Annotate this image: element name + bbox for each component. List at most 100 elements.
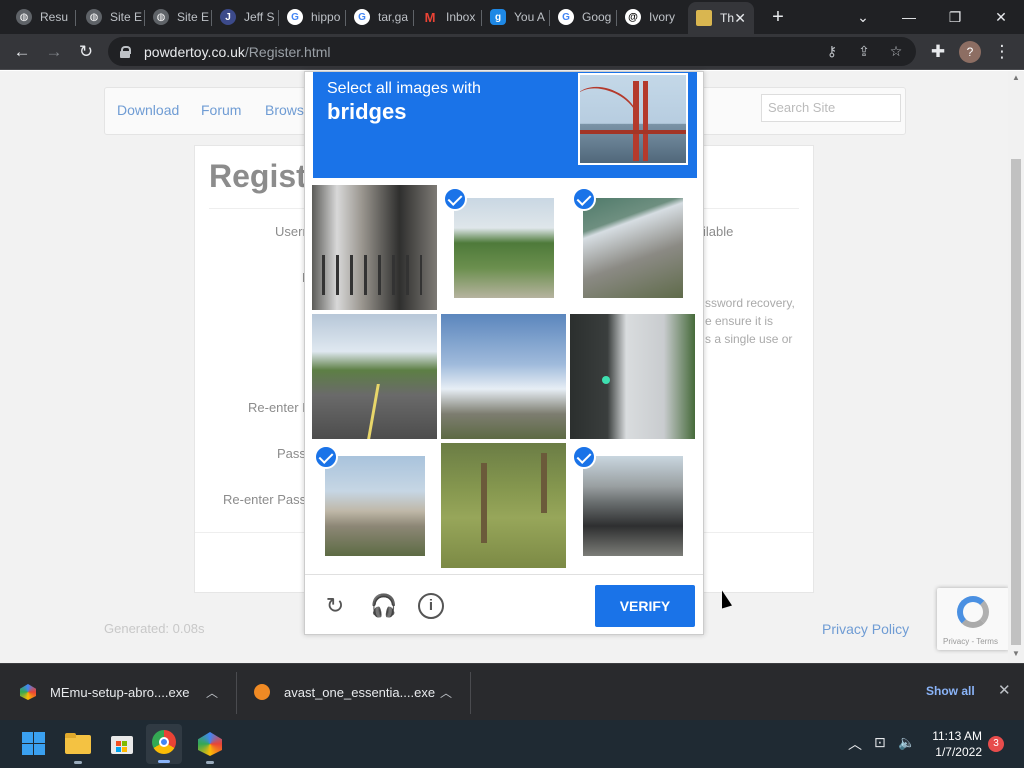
system-clock[interactable]: 11:13 AM 1/7/2022	[924, 728, 982, 760]
tab-7[interactable]: M Inbox	[414, 2, 482, 32]
globe-icon: ◍	[86, 9, 102, 25]
tab-8[interactable]: g You A	[482, 2, 550, 32]
tab-label: Site E	[110, 10, 143, 24]
verify-button[interactable]: VERIFY	[595, 585, 695, 627]
recaptcha-badge-text[interactable]: Privacy - Terms	[943, 637, 998, 646]
chevron-up-icon[interactable]: ︿	[206, 684, 218, 701]
new-tab-icon[interactable]: +	[768, 6, 788, 29]
show-all-downloads-link[interactable]: Show all	[926, 684, 975, 698]
tab-label: Inbox	[446, 10, 476, 24]
reload-icon[interactable]: ↻	[74, 40, 98, 64]
clock-date: 1/7/2022	[935, 745, 982, 759]
bookmark-star-icon[interactable]: ☆	[886, 43, 906, 60]
help-text-3: s a single use or	[705, 332, 793, 346]
back-icon[interactable]: ←	[10, 40, 34, 64]
tab-9[interactable]: G Goog	[550, 2, 617, 32]
captcha-tile-2[interactable]	[441, 185, 566, 310]
privacy-policy-link[interactable]: Privacy Policy	[822, 621, 909, 637]
close-window-icon[interactable]: ✕	[978, 0, 1024, 34]
info-icon[interactable]: i	[418, 593, 444, 619]
tab-label: Site E	[177, 10, 210, 24]
tab-3[interactable]: ◍ Site E	[145, 2, 212, 32]
reenter-password-label: Re-enter Pass	[223, 492, 307, 507]
network-icon[interactable]: ⊡	[874, 734, 886, 751]
site-search-input[interactable]: Search Site	[761, 94, 901, 122]
captcha-header: Select all images with bridges	[313, 72, 697, 178]
audio-challenge-headphones-icon[interactable]: 🎧	[370, 593, 397, 619]
reload-challenge-icon[interactable]: ↻	[322, 593, 348, 619]
captcha-tile-9[interactable]	[570, 443, 695, 568]
clock-time: 11:13 AM	[932, 729, 982, 743]
scroll-up-icon[interactable]: ▲	[1012, 73, 1020, 82]
captcha-tile-4[interactable]	[312, 314, 437, 439]
tab-10[interactable]: @ Ivory	[617, 2, 685, 32]
share-icon[interactable]: ⇪	[854, 43, 874, 60]
selected-check-icon	[314, 445, 338, 469]
sample-bridge-image	[578, 73, 688, 165]
tab-label: hippo	[311, 10, 341, 24]
captcha-tile-5[interactable]	[441, 314, 566, 439]
tab-label: Goog	[582, 10, 612, 24]
password-label: Pass	[277, 446, 306, 461]
notification-badge[interactable]: 3	[988, 736, 1004, 752]
tab-icon	[696, 10, 712, 26]
profile-avatar[interactable]: ?	[959, 41, 981, 63]
page-scrollbar[interactable]: ▲ ▼	[1008, 71, 1024, 663]
tab-4[interactable]: J Jeff S	[212, 2, 279, 32]
tab-label: Th	[720, 11, 735, 25]
download-item-avast[interactable]: avast_one_essentia....exe ︿	[254, 664, 468, 720]
tab-strip: ◍ Resu ◍ Site E ◍ Site E J Jeff S G hipp…	[0, 0, 1024, 34]
chrome-taskbar-icon[interactable]	[146, 724, 182, 764]
url-host: powdertoy.co.uk	[144, 43, 245, 60]
memu-taskbar-icon[interactable]	[196, 730, 224, 764]
windows-start-icon[interactable]	[20, 730, 48, 758]
microsoft-store-icon[interactable]	[108, 730, 136, 758]
volume-icon[interactable]: 🔈	[898, 734, 915, 751]
scroll-thumb[interactable]	[1011, 159, 1021, 645]
help-text-1: ssword recovery,	[705, 296, 795, 310]
help-text-2: e ensure it is	[705, 314, 774, 328]
chevron-up-icon[interactable]: ︿	[440, 684, 452, 701]
selected-check-icon	[572, 445, 596, 469]
tab-active[interactable]: Th ✕	[688, 2, 754, 34]
menu-kebab-icon[interactable]: ⋮	[990, 40, 1014, 64]
captcha-tile-1[interactable]	[312, 185, 437, 310]
downloads-bar: MEmu-setup-abro....exe ︿ avast_one_essen…	[0, 663, 1024, 720]
nav-forum[interactable]: Forum	[201, 102, 241, 118]
download-item-memu[interactable]: MEmu-setup-abro....exe ︿	[20, 664, 232, 720]
recaptcha-badge[interactable]: Privacy - Terms	[937, 588, 1008, 650]
google-icon: G	[287, 9, 303, 25]
captcha-tile-8[interactable]	[441, 443, 566, 568]
url-path: /Register.html	[244, 43, 331, 60]
selected-check-icon	[572, 187, 596, 211]
tab-1[interactable]: ◍ Resu	[8, 2, 76, 32]
tab-2[interactable]: ◍ Site E	[78, 2, 145, 32]
close-downloads-icon[interactable]: ✕	[998, 681, 1011, 699]
minimize-icon[interactable]: —	[886, 0, 932, 34]
reenter-email-label: Re-enter E	[248, 400, 311, 415]
forward-icon[interactable]: →	[42, 40, 66, 64]
close-tab-icon[interactable]: ✕	[734, 10, 746, 27]
memu-file-icon	[20, 684, 36, 700]
selected-check-icon	[443, 187, 467, 211]
captcha-tile-3[interactable]	[570, 185, 695, 310]
captcha-tile-7[interactable]	[312, 443, 437, 568]
lock-icon	[120, 45, 131, 58]
address-bar[interactable]: powdertoy.co.uk /Register.html ⚷ ⇪ ☆	[108, 37, 916, 66]
captcha-tile-6[interactable]	[570, 314, 695, 439]
show-hidden-icons-chevron-icon[interactable]: ︿	[848, 734, 862, 754]
scroll-down-icon[interactable]: ▼	[1012, 649, 1020, 658]
download-filename: MEmu-setup-abro....exe	[50, 684, 190, 700]
tab-label: tar,ga	[378, 10, 409, 24]
tab-6[interactable]: G tar,ga	[346, 2, 414, 32]
captcha-instruction: Select all images with	[327, 80, 481, 97]
key-icon[interactable]: ⚷	[822, 43, 842, 60]
restore-icon[interactable]: ❐	[932, 0, 978, 34]
extensions-icon[interactable]: ✚	[926, 40, 950, 64]
tab-5[interactable]: G hippo	[279, 2, 346, 32]
file-explorer-icon[interactable]	[64, 730, 92, 764]
tab-search-icon[interactable]: ⌄	[840, 0, 886, 34]
nav-download[interactable]: Download	[117, 102, 179, 118]
recaptcha-challenge: Select all images with bridges ↻ 🎧 i VER…	[304, 71, 704, 635]
generated-time: Generated: 0.08s	[104, 621, 205, 636]
